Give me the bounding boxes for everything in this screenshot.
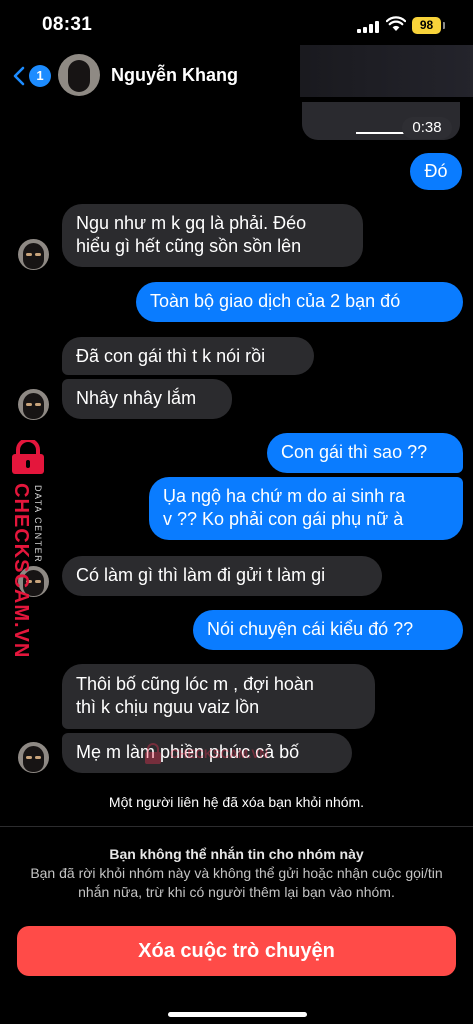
- lock-icon: [12, 440, 44, 474]
- message-bubble-incoming[interactable]: Thôi bố cũng lóc m , đợi hoàn thì k chịu…: [62, 664, 375, 729]
- message-bubble-incoming[interactable]: Đã con gái thì t k nói rồi: [62, 337, 314, 375]
- watermark-subtitle: DATA CENTER: [33, 485, 43, 564]
- message-text: Đó: [424, 161, 448, 181]
- home-indicator[interactable]: [168, 1012, 307, 1017]
- voice-waveform: [356, 132, 404, 134]
- unread-count-badge: 1: [29, 65, 51, 87]
- sender-avatar[interactable]: [18, 239, 49, 270]
- watermark-brand: CHECKSCAM.VN: [10, 483, 32, 659]
- blocked-title: Bạn không thể nhắn tin cho nhóm này: [109, 846, 364, 862]
- message-bubble-incoming[interactable]: Có làm gì thì làm đi gửi t làm gi: [62, 556, 382, 596]
- message-text: hiểu gì hết cũng sồn sồn lên: [76, 236, 302, 256]
- message-text: Nhây nhây lắm: [76, 388, 197, 408]
- message-bubble-outgoing[interactable]: Nói chuyện cái kiểu đó ??: [193, 610, 463, 650]
- message-text: Toàn bộ giao dịch của 2 bạn đó: [150, 291, 401, 311]
- delete-conversation-button[interactable]: Xóa cuộc trò chuyện: [17, 926, 456, 976]
- message-text: Ngu như m k gq là phải. Đéo: [76, 213, 307, 233]
- message-bubble-outgoing[interactable]: Ụa ngộ ha chứ m do ai sinh ra v ?? Ko ph…: [149, 477, 463, 540]
- message-bubble-outgoing[interactable]: Toàn bộ giao dịch của 2 bạn đó: [136, 282, 463, 322]
- lock-icon: [145, 743, 161, 764]
- watermark-center: CHECKSCAM.VN: [142, 742, 272, 766]
- back-button[interactable]: 1: [12, 64, 52, 88]
- chevron-left-icon: [13, 66, 25, 86]
- message-text: Có làm gì thì làm đi gửi t làm gi: [76, 565, 326, 585]
- cellular-signal-icon: [357, 21, 379, 33]
- contact-avatar[interactable]: [58, 54, 100, 96]
- voice-message-bubble[interactable]: 0:38: [302, 102, 460, 140]
- status-time: 08:31: [42, 14, 93, 35]
- battery-level: 98: [412, 17, 441, 34]
- watermark-side: CHECKSCAM.VN DATA CENTER: [5, 440, 61, 659]
- system-notice: Một người liên hệ đã xóa bạn khỏi nhóm.: [108, 794, 365, 810]
- battery-tip: [443, 22, 445, 29]
- message-bubble-incoming[interactable]: Ngu như m k gq là phải. Đéo hiểu gì hết …: [62, 204, 363, 267]
- sender-avatar[interactable]: [18, 742, 49, 773]
- message-text: Nói chuyện cái kiểu đó ??: [207, 619, 414, 639]
- voice-duration: 0:38: [402, 117, 452, 139]
- sender-avatar[interactable]: [18, 389, 49, 420]
- contact-name[interactable]: Nguyễn Khang: [111, 65, 238, 86]
- blurred-region: [300, 45, 473, 97]
- message-text: thì k chịu nguu vaiz lồn: [76, 697, 260, 717]
- wifi-icon: [386, 16, 406, 31]
- message-text: Con gái thì sao ??: [281, 442, 428, 462]
- divider: [0, 826, 473, 827]
- message-text: Đã con gái thì t k nói rồi: [76, 346, 266, 366]
- message-bubble-outgoing[interactable]: Con gái thì sao ??: [267, 433, 463, 473]
- message-text: v ?? Ko phải con gái phụ nữ à: [163, 509, 404, 529]
- message-text: Thôi bố cũng lóc m , đợi hoàn: [76, 674, 314, 694]
- message-text: Ụa ngộ ha chứ m do ai sinh ra: [163, 486, 406, 506]
- message-bubble-outgoing[interactable]: Đó: [410, 153, 462, 190]
- watermark-center-text: CHECKSCAM.VN: [170, 747, 269, 761]
- message-bubble-incoming[interactable]: Nhây nhây lắm: [62, 379, 232, 419]
- blocked-description: Bạn đã rời khỏi nhóm này và không thể gử…: [30, 865, 443, 900]
